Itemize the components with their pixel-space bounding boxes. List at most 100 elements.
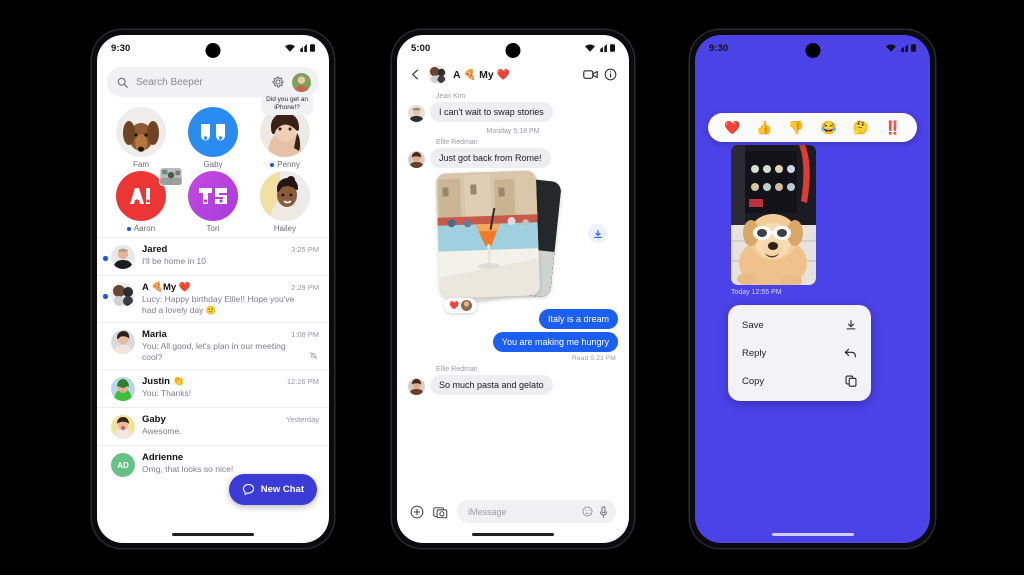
chat-list: Jared 3:25 PM I'll be home in 10 A 🍕My ❤… [97,235,329,483]
story-avatar[interactable] [188,171,238,221]
reaction-picker-bar[interactable]: ❤️ 👍 👎 😂 🤔 ‼️ [708,113,917,142]
reactor-avatar [460,300,472,311]
avatar [111,415,135,440]
person-photo [408,151,425,168]
battery-icon [610,44,615,52]
avatar [111,283,135,307]
download-attachment-button[interactable] [588,224,607,243]
message-reaction-badge[interactable]: ❤️ [444,298,477,313]
search-input[interactable]: Search Beeper [136,77,264,88]
context-menu-item-save[interactable]: Save [728,311,871,339]
chat-item-body: Maria 1:08 PM You: All good, let's plan … [142,329,319,363]
story-name-text: Fam [133,160,149,169]
reaction-exclamation[interactable]: ‼️ [885,120,901,136]
photo-attachment-stack[interactable]: ❤️ [432,170,618,313]
story-avatar[interactable] [116,107,166,157]
story-item-hailey[interactable]: Hailey [249,171,321,233]
story-speech-bubble: Did you get an iPhone!? [261,93,314,116]
emoji-icon[interactable] [582,506,593,517]
menu-label: Reply [742,347,767,359]
phone1-status-bar: 9:30 [97,35,329,61]
phone3-status-bar: 9:30 [695,35,930,61]
story-name-text: Penny [277,160,300,169]
signal-icon [600,44,607,52]
photo-camera-icon[interactable] [433,505,448,519]
story-label: Penny [270,160,300,169]
phone-device-3: 9:30 ❤️ 👍 👎 😂 🤔 ‼️ Today 12:55 PM Save R… [690,30,935,548]
status-icons [886,44,916,52]
chat-preview: Lucy: Happy birthday Ellie!! Hope you've… [142,294,295,316]
story-item-penny[interactable]: Did you get an iPhone!? Penny [249,93,321,169]
chat-item-top: Gaby Yesterday [142,414,319,425]
message-input[interactable]: iMessage [468,507,576,517]
photo-card-front[interactable] [435,170,541,299]
message-bubble: Just got back from Rome! [430,148,551,168]
dog-photo-message[interactable] [731,145,816,285]
message-input-field[interactable]: iMessage [457,500,616,523]
phone3-screen: 9:30 ❤️ 👍 👎 😂 🤔 ‼️ Today 12:55 PM Save R… [695,35,930,543]
phone-device-2: 5:00 A 🍕 My ❤️ Jean Kim I can't wait to … [392,30,634,548]
photo-thumbnail [160,168,182,185]
microphone-icon[interactable] [599,505,608,518]
story-label: Aaron [126,224,155,233]
menu-label: Save [742,319,764,331]
message-list: Jean Kim I can't wait to swap stories Mo… [397,93,629,395]
new-chat-button[interactable]: New Chat [228,474,317,505]
story-media-badge[interactable] [159,167,183,186]
chat-item-top: Maria 1:08 PM [142,329,319,340]
info-icon[interactable] [604,68,617,81]
conversation-title: A 🍕 My ❤️ [453,69,510,81]
avatar-initials: AD [111,453,135,478]
download-icon [593,229,602,238]
status-icons [285,44,315,52]
message-bubble: Italy is a dream [538,309,618,329]
person-photo [260,171,310,221]
reaction-laugh[interactable]: 😂 [820,120,836,136]
context-menu-item-reply[interactable]: Reply [728,339,871,367]
phone1-screen: 9:30 Search Beeper Fam Gaby Did you get … [97,35,329,543]
chat-item-body: Jared 3:25 PM I'll be home in 10 [142,244,319,267]
logo-avatar [188,171,238,221]
story-item-tori[interactable]: Tori [177,171,249,233]
battery-icon [911,44,916,52]
home-indicator [472,533,554,536]
signal-icon [901,44,908,52]
chat-list-item-justin[interactable]: Justin 👏 12:26 PM You: Thanks! [97,369,329,407]
back-arrow-icon[interactable] [409,68,422,81]
chat-item-top: Adrienne [142,452,319,463]
group-avatar[interactable] [428,65,447,84]
chat-preview: You: Thanks! [142,388,192,399]
reaction-heart[interactable]: ❤️ [724,120,740,136]
person-photo [460,300,472,311]
profile-avatar[interactable] [292,72,311,92]
story-avatar[interactable] [260,171,310,221]
person-photo [408,378,425,395]
unread-dot [103,256,108,261]
story-avatar[interactable] [188,107,238,157]
wifi-icon [285,44,295,52]
chat-list-item-maria[interactable]: Maria 1:08 PM You: All good, let's plan … [97,322,329,369]
story-item-gaby[interactable]: Gaby [177,107,249,169]
video-call-icon[interactable] [583,68,598,81]
add-attachment-icon[interactable] [410,505,424,519]
message-row-incoming: I can't wait to swap stories [408,102,618,122]
context-menu-item-copy[interactable]: Copy [728,367,871,395]
chat-list-item-gaby[interactable]: Gaby Yesterday Awesome. [97,407,329,445]
gear-icon[interactable] [272,76,284,88]
message-bubble: You are making me hungry [492,332,618,352]
chat-item-body: Gaby Yesterday Awesome. [142,414,319,437]
person-photo [408,105,425,122]
chat-list-item-group[interactable]: A 🍕My ❤️ 2:29 PM Lucy: Happy birthday El… [97,275,329,322]
story-item-aaron[interactable]: Aaron [105,167,183,233]
avatar-art [292,72,311,92]
chat-name: Justin 👏 [142,376,185,388]
reaction-thinking[interactable]: 🤔 [853,120,869,136]
home-indicator [771,533,854,536]
reaction-thumbs-up[interactable]: 👍 [756,120,772,136]
search-icon [117,77,128,88]
reaction-thumbs-down[interactable]: 👎 [788,120,804,136]
story-item-fam[interactable]: Fam [105,107,177,169]
screenshot-canvas: 9:30 Search Beeper Fam Gaby Did you get … [0,0,1024,575]
dog-photo [116,107,166,157]
chat-list-item-jared[interactable]: Jared 3:25 PM I'll be home in 10 [97,237,329,275]
